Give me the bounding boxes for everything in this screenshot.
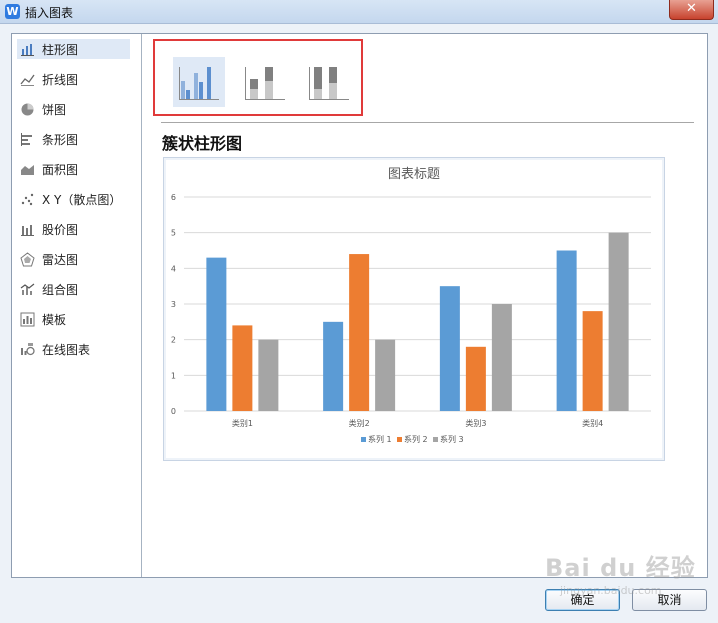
scatter-chart-icon (20, 192, 35, 207)
close-button[interactable]: ✕ (669, 0, 714, 20)
sidebar-item-online-chart[interactable]: 在线图表 (17, 339, 130, 359)
legend-swatch (433, 437, 438, 442)
x-tick-label: 类别4 (582, 418, 603, 428)
sidebar-item-radar[interactable]: 雷达图 (17, 249, 130, 269)
bar (582, 311, 603, 411)
sidebar-item-label: 组合图 (42, 282, 79, 297)
bar (258, 339, 279, 411)
sidebar-item-column[interactable]: 柱形图 (17, 39, 130, 59)
sidebar-item-template[interactable]: 模板 (17, 309, 130, 329)
sidebar-item-line[interactable]: 折线图 (17, 69, 130, 89)
legend-label: 系列 1 (368, 434, 392, 444)
legend-swatch (397, 437, 402, 442)
wps-logo-icon: W (5, 4, 20, 19)
bar (608, 232, 629, 411)
sidebar-item-label: 饼图 (42, 102, 67, 117)
bar (323, 321, 344, 411)
chart-subtype-heading: 簇状柱形图 (162, 134, 243, 153)
sidebar-item-label: 面积图 (42, 162, 79, 177)
sidebar-item-label: 在线图表 (42, 342, 91, 357)
bar (206, 257, 227, 411)
chart-preview: 图表标题 0 1 2 3 4 5 6 类别1 类别2 类别3 类别4 系列 1 系列 2 系列 3 (163, 157, 665, 461)
bar-chart-icon (20, 132, 35, 147)
chart-svg: 图表标题 0 1 2 3 4 5 6 类别1 类别2 类别3 类别4 系列 1 系列 2 系列 3 (171, 167, 651, 444)
legend-swatch (361, 437, 366, 442)
x-tick-label: 类别1 (232, 418, 253, 428)
sidebar-item-label: 折线图 (42, 72, 79, 87)
chart-subtype-picker (153, 39, 363, 116)
stock-chart-icon (20, 222, 35, 237)
y-tick-label: 4 (171, 264, 176, 273)
sidebar-item-pie[interactable]: 饼图 (17, 99, 130, 119)
stacked-column-thumbnail[interactable] (239, 57, 291, 107)
legend-label: 系列 2 (404, 434, 428, 444)
sidebar-item-stock[interactable]: 股价图 (17, 219, 130, 239)
sidebar-item-label: 柱形图 (42, 42, 79, 57)
chart-title: 图表标题 (388, 167, 440, 182)
sidebar-item-label: 条形图 (42, 132, 79, 147)
sidebar-item-combo[interactable]: 组合图 (17, 279, 130, 299)
divider (161, 122, 694, 123)
y-tick-label: 6 (171, 193, 176, 202)
pie-chart-icon (20, 102, 35, 117)
column-chart-icon (20, 42, 35, 57)
area-chart-icon (20, 162, 35, 177)
cancel-button[interactable]: 取消 (632, 589, 707, 611)
sidebar-item-label: 股价图 (42, 222, 79, 237)
y-tick-label: 0 (171, 407, 176, 416)
bar (491, 304, 512, 411)
bar (439, 286, 460, 411)
window-title: 插入图表 (25, 6, 74, 20)
x-tick-label: 类别3 (465, 418, 486, 428)
y-tick-label: 5 (171, 229, 176, 238)
sidebar-item-label: 雷达图 (42, 252, 79, 267)
clustered-column-thumbnail[interactable] (173, 57, 225, 107)
y-tick-label: 3 (171, 300, 176, 309)
bar (349, 254, 370, 411)
online-chart-icon (20, 342, 35, 357)
sidebar-item-label: X Y（散点图） (42, 192, 122, 207)
bar (556, 250, 577, 411)
y-tick-label: 2 (171, 336, 176, 345)
sidebar-item-bar[interactable]: 条形图 (17, 129, 130, 149)
sidebar-item-area[interactable]: 面积图 (17, 159, 130, 179)
radar-chart-icon (20, 251, 35, 267)
bar (232, 325, 253, 411)
dialog-content-frame: 柱形图 折线图 饼图 条形图 面积图 X Y（散点图） 股价图 雷达图 组合图 … (11, 33, 708, 578)
bar (375, 339, 396, 411)
legend-label: 系列 3 (440, 434, 464, 444)
y-tick-label: 1 (171, 371, 176, 380)
bar (465, 346, 486, 411)
sidebar-item-scatter[interactable]: X Y（散点图） (17, 189, 130, 209)
x-tick-label: 类别2 (349, 418, 370, 428)
title-bar: W 插入图表 ✕ (0, 0, 718, 24)
chart-type-sidebar: 柱形图 折线图 饼图 条形图 面积图 X Y（散点图） 股价图 雷达图 组合图 … (12, 34, 142, 577)
line-chart-icon (20, 72, 35, 87)
ok-button[interactable]: 确定 (545, 589, 620, 611)
sidebar-item-label: 模板 (42, 312, 67, 327)
combo-chart-icon (20, 282, 35, 297)
template-icon (20, 312, 35, 327)
percent-stacked-column-thumbnail[interactable] (303, 57, 355, 107)
